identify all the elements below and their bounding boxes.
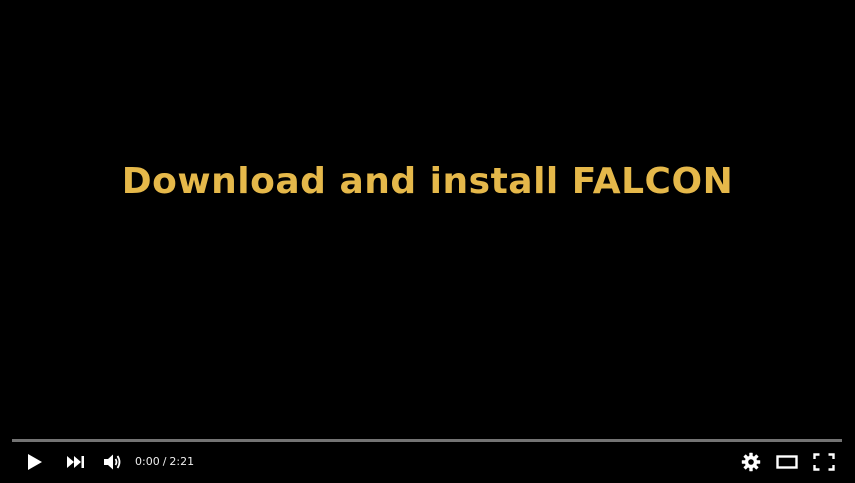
play-icon bbox=[25, 453, 43, 471]
next-button[interactable] bbox=[60, 444, 92, 480]
next-icon bbox=[66, 455, 86, 469]
current-time: 0:00 bbox=[135, 455, 160, 468]
settings-button[interactable] bbox=[737, 444, 765, 480]
video-player[interactable]: Download and install FALCON 0:00 / 2:21 bbox=[0, 0, 855, 483]
time-display: 0:00/2:21 bbox=[135, 444, 194, 480]
video-frame[interactable]: Download and install FALCON bbox=[0, 0, 855, 483]
play-button[interactable] bbox=[18, 444, 50, 480]
duration: 2:21 bbox=[169, 455, 195, 468]
video-title-card: Download and install FALCON bbox=[121, 161, 734, 202]
theater-mode-button[interactable] bbox=[773, 444, 801, 480]
theater-mode-icon bbox=[776, 454, 798, 470]
volume-icon bbox=[103, 453, 123, 471]
time-separator: / bbox=[162, 455, 167, 468]
progress-bar[interactable] bbox=[12, 439, 842, 442]
gear-icon bbox=[741, 452, 761, 472]
fullscreen-button[interactable] bbox=[810, 444, 838, 480]
volume-button[interactable] bbox=[98, 444, 128, 480]
fullscreen-icon bbox=[813, 453, 835, 471]
control-bar: 0:00/2:21 bbox=[12, 444, 842, 480]
